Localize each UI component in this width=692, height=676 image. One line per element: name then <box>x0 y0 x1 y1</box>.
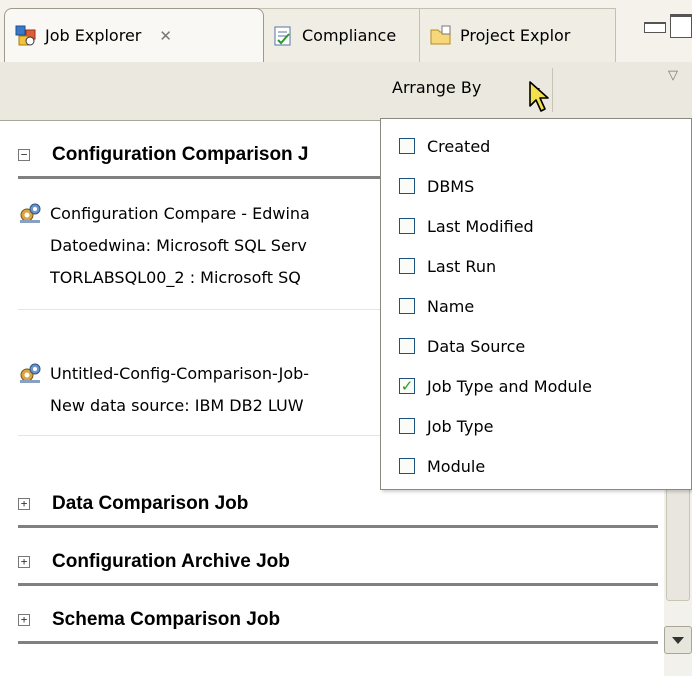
arrange-by-button[interactable]: Arrange By <box>392 78 481 97</box>
arrange-by-menu: Created DBMS Last Modified Last Run Name… <box>380 118 692 490</box>
menu-item-name[interactable]: Name <box>381 286 691 326</box>
menu-item-label: Last Run <box>427 256 497 276</box>
section-title: Configuration Comparison J <box>52 144 309 165</box>
checkbox[interactable] <box>399 338 415 354</box>
tab-compliance[interactable]: Compliance <box>248 8 420 62</box>
job-gear-icon <box>18 361 42 385</box>
tab-job-explorer[interactable]: Job Explorer ✕ <box>4 8 264 62</box>
job-explorer-window: Job Explorer ✕ Compliance Project Explor… <box>0 0 692 676</box>
section-title: Data Comparison Job <box>52 493 249 514</box>
tab-label: Project Explor <box>460 26 571 45</box>
checkmark-icon: ✓ <box>400 377 414 395</box>
checkbox[interactable] <box>399 258 415 274</box>
menu-item-label: Module <box>427 456 486 476</box>
maximize-icon[interactable] <box>670 14 692 38</box>
menu-item-label: Created <box>427 136 491 156</box>
scrollbar-thumb[interactable] <box>666 481 690 601</box>
menu-item-label: Name <box>427 296 475 316</box>
toolbar-separator <box>552 68 553 112</box>
compliance-icon <box>272 25 294 47</box>
project-explorer-icon <box>430 25 452 47</box>
menu-item-label: DBMS <box>427 176 475 196</box>
menu-item-label: Last Modified <box>427 216 534 236</box>
menu-item-module[interactable]: Module <box>381 446 691 486</box>
checkbox[interactable] <box>399 298 415 314</box>
job-title: Configuration Compare - Edwina <box>50 203 310 223</box>
checkbox[interactable] <box>399 458 415 474</box>
menu-item-dbms[interactable]: DBMS <box>381 166 691 206</box>
view-tab-bar: Job Explorer ✕ Compliance Project Explor <box>0 0 692 63</box>
menu-item-label: Job Type <box>427 416 494 436</box>
chevron-down-icon <box>672 636 684 644</box>
checkbox[interactable] <box>399 218 415 234</box>
checkbox[interactable] <box>399 138 415 154</box>
menu-item-data-source[interactable]: Data Source <box>381 326 691 366</box>
menu-item-job-type-and-module[interactable]: ✓ Job Type and Module <box>381 366 691 406</box>
job-title: Untitled-Config-Comparison-Job- <box>50 363 310 383</box>
menu-item-last-run[interactable]: Last Run <box>381 246 691 286</box>
job-gear-icon <box>18 201 42 225</box>
view-menu-icon[interactable]: ▽ <box>668 68 678 83</box>
close-icon[interactable]: ✕ <box>159 27 172 45</box>
expand-icon[interactable]: + <box>18 614 30 626</box>
view-toolbar: Arrange By ▽ <box>0 62 692 121</box>
checkbox[interactable] <box>399 178 415 194</box>
expand-icon[interactable]: + <box>18 556 30 568</box>
checkbox[interactable] <box>399 418 415 434</box>
menu-item-created[interactable]: Created <box>381 126 691 166</box>
section-schema-comparison[interactable]: + Schema Comparison Job <box>18 599 658 644</box>
menu-item-label: Job Type and Module <box>427 376 592 396</box>
mouse-cursor-icon <box>528 80 552 120</box>
tab-label: Compliance <box>302 26 397 45</box>
tab-label: Job Explorer <box>45 26 142 45</box>
collapse-icon[interactable]: − <box>18 149 30 161</box>
section-title: Schema Comparison Job <box>52 609 281 630</box>
scroll-down-button[interactable] <box>664 626 692 654</box>
menu-item-label: Data Source <box>427 336 526 356</box>
job-explorer-icon <box>15 25 37 47</box>
menu-item-job-type[interactable]: Job Type <box>381 406 691 446</box>
section-title: Configuration Archive Job <box>52 551 290 572</box>
section-configuration-archive[interactable]: + Configuration Archive Job <box>18 541 658 586</box>
checkbox-checked[interactable]: ✓ <box>399 378 415 394</box>
minimize-icon[interactable] <box>644 22 666 33</box>
expand-icon[interactable]: + <box>18 498 30 510</box>
menu-item-last-modified[interactable]: Last Modified <box>381 206 691 246</box>
tab-project-explorer[interactable]: Project Explor <box>420 8 616 62</box>
